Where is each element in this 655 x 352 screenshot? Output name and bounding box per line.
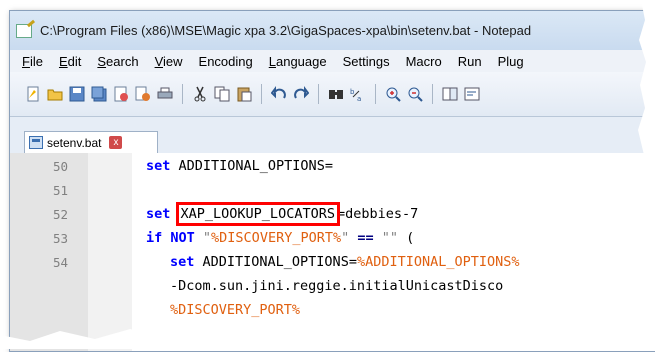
code-line: 52 set XAP_LOOKUP_LOCATORS =debbies-7 (10, 202, 655, 227)
notepad-window: C:\Program Files (x86)\MSE\Magic xpa 3.2… (9, 10, 655, 352)
wrap-icon[interactable] (463, 85, 481, 103)
line-number: 53 (52, 231, 68, 246)
line-number: 50 (52, 159, 68, 174)
tab-close-icon[interactable]: x (109, 136, 123, 149)
zoom-in-icon[interactable] (384, 85, 402, 103)
toolbar-separator (318, 84, 319, 104)
copy-icon[interactable] (213, 85, 231, 103)
toolbar-separator (182, 84, 183, 104)
code-text: -Dcom.sun.jini.reggie.initialUnicastDisc… (170, 278, 504, 294)
code-text: set XAP_LOOKUP_LOCATORS =debbies-7 (146, 202, 419, 226)
close-all-icon[interactable] (134, 85, 152, 103)
code-line: 54 set ADDITIONAL_OPTIONS=%ADDITIONAL_OP… (10, 251, 655, 275)
title-bar: C:\Program Files (x86)\MSE\Magic xpa 3.2… (10, 11, 655, 50)
torn-edge-bottom (0, 325, 655, 349)
highlighted-variable-box: XAP_LOOKUP_LOCATORS (175, 202, 340, 226)
menu-view[interactable]: View (147, 54, 191, 69)
svg-text:a: a (357, 95, 361, 102)
sync-icon[interactable] (441, 85, 459, 103)
new-file-icon[interactable] (24, 85, 42, 103)
redo-icon[interactable] (292, 85, 310, 103)
open-file-icon[interactable] (46, 85, 64, 103)
menu-search[interactable]: Search (89, 54, 146, 69)
toolbar-separator (375, 84, 376, 104)
save-icon[interactable] (68, 85, 86, 103)
code-line: 53 if NOT "%DISCOVERY_PORT%" == "" ( (10, 227, 655, 251)
close-icon[interactable] (112, 85, 130, 103)
menu-bar: File Edit Search View Encoding Language … (10, 50, 655, 72)
menu-macro[interactable]: Macro (398, 54, 450, 69)
menu-language[interactable]: Language (261, 54, 335, 69)
find-icon[interactable] (327, 85, 345, 103)
tab-label: setenv.bat (47, 135, 102, 150)
notepad-app-icon (16, 23, 32, 38)
save-all-icon[interactable] (90, 85, 108, 103)
menu-run[interactable]: Run (450, 54, 490, 69)
code-line: 50 set ADDITIONAL_OPTIONS= (10, 155, 655, 179)
code-text: set ADDITIONAL_OPTIONS= (146, 158, 333, 174)
code-text: set ADDITIONAL_OPTIONS=%ADDITIONAL_OPTIO… (170, 254, 520, 270)
menu-encoding[interactable]: Encoding (191, 54, 261, 69)
code-line: -Dcom.sun.jini.reggie.initialUnicastDisc… (10, 275, 655, 299)
toolbar: ba (10, 72, 655, 117)
menu-plugins[interactable]: Plug (490, 54, 532, 69)
cut-icon[interactable] (191, 85, 209, 103)
tab-bar: setenv.bat x (10, 117, 655, 154)
print-icon[interactable] (156, 85, 174, 103)
menu-edit[interactable]: Edit (51, 54, 89, 69)
torn-edge-right (638, 0, 655, 349)
paste-icon[interactable] (235, 85, 253, 103)
window-title: C:\Program Files (x86)\MSE\Magic xpa 3.2… (40, 23, 532, 38)
line-number: 51 (52, 183, 68, 198)
line-number: 54 (52, 255, 68, 270)
menu-settings[interactable]: Settings (335, 54, 398, 69)
line-number: 52 (52, 207, 68, 222)
replace-icon[interactable]: ba (349, 85, 367, 103)
code-line: 51 (10, 179, 655, 203)
zoom-out-icon[interactable] (406, 85, 424, 103)
menu-file[interactable]: File (14, 54, 51, 69)
saved-file-icon (29, 136, 43, 149)
tab-setenv-bat[interactable]: setenv.bat x (24, 131, 158, 153)
toolbar-separator (261, 84, 262, 104)
code-text: if NOT "%DISCOVERY_PORT%" == "" ( (146, 230, 415, 246)
undo-icon[interactable] (270, 85, 288, 103)
toolbar-separator (432, 84, 433, 104)
svg-text:b: b (350, 88, 355, 96)
